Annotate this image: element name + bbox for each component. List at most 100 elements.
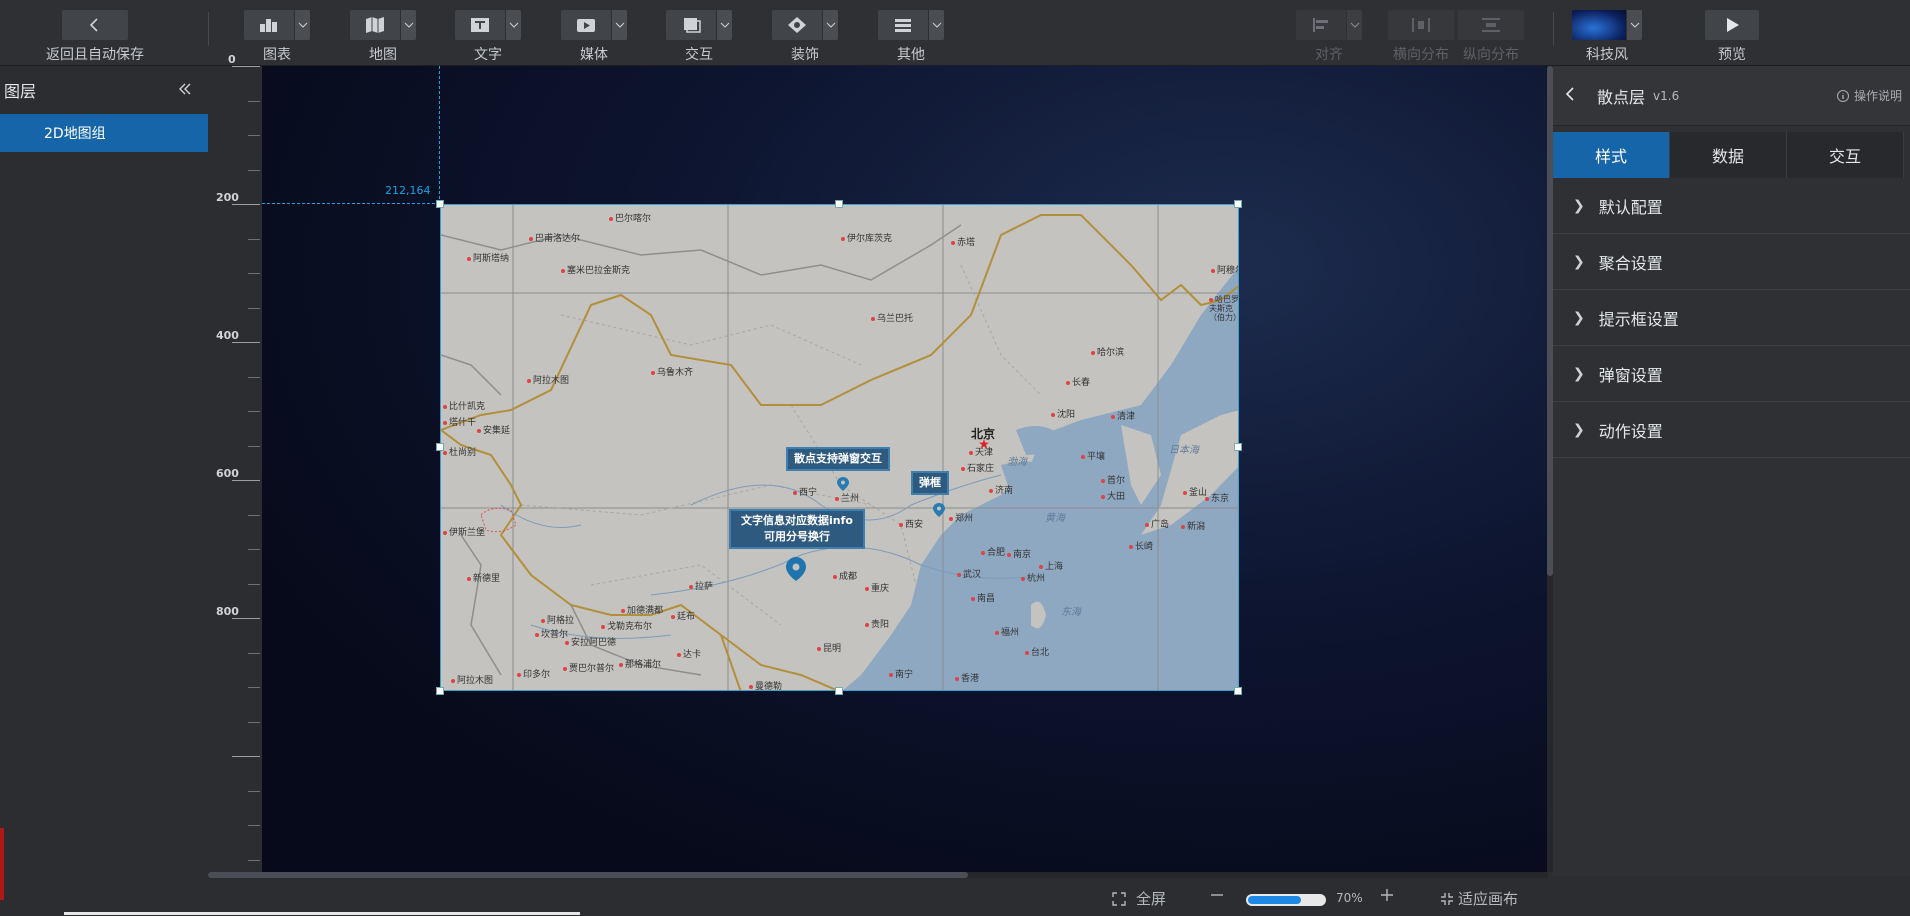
map-pin-icon[interactable] [837, 477, 849, 491]
map-city-label: 天津 [969, 445, 993, 458]
chevron-down-icon[interactable] [1626, 10, 1642, 40]
align-button[interactable]: 对齐 [1296, 10, 1362, 64]
chart-icon[interactable] [244, 10, 294, 40]
chevron-down-icon[interactable] [928, 10, 944, 40]
ruler-label: 400 [216, 329, 239, 342]
media-icon[interactable] [561, 10, 611, 40]
resize-handle[interactable] [436, 200, 444, 208]
ruler-tick [248, 169, 260, 171]
guide-line-vertical [439, 66, 440, 204]
scatter-popup[interactable]: 散点支持弹窗交互 [786, 447, 890, 471]
tab-interaction[interactable]: 交互 [1787, 132, 1904, 178]
zoom-out-button[interactable] [1210, 888, 1224, 902]
tab-style[interactable]: 样式 [1553, 132, 1670, 178]
map-city-label: 巴甫洛达尔 [529, 231, 580, 244]
text-menu-button[interactable]: 文字 [455, 10, 521, 64]
map-city-label: 乌鲁木齐 [651, 365, 693, 378]
map-city-label: 福州 [995, 625, 1019, 638]
chevron-down-icon[interactable] [505, 10, 521, 40]
decoration-icon[interactable] [772, 10, 822, 40]
map-label: 地图 [369, 47, 397, 63]
other-menu-button[interactable]: 其他 [878, 10, 944, 64]
ruler-tick [248, 100, 260, 102]
theme-button[interactable]: 科技风 [1572, 10, 1642, 64]
resize-handle[interactable] [835, 200, 843, 208]
ruler-tick [248, 687, 260, 688]
help-link[interactable]: 操作说明 [1836, 87, 1902, 104]
resize-handle[interactable] [835, 687, 843, 695]
decoration-menu-button[interactable]: 装饰 [772, 10, 838, 64]
section-tooltip-settings[interactable]: ❯ 提示框设置 [1553, 290, 1910, 346]
chevron-down-icon[interactable] [822, 10, 838, 40]
map-menu-button[interactable]: 地图 [350, 10, 416, 64]
interaction-menu-button[interactable]: 交互 [666, 10, 732, 64]
fit-icon [1441, 892, 1453, 905]
bottom-progress-line [64, 912, 580, 915]
map-city-label: 兰州 [835, 491, 859, 504]
horizontal-distribute-icon[interactable] [1388, 10, 1454, 40]
map-city-label: 釜山 [1183, 485, 1207, 498]
chevron-down-icon[interactable] [1346, 10, 1362, 40]
ruler-tick [232, 66, 260, 67]
ruler-label: 0 [228, 53, 236, 66]
zoom-level: 70% [1336, 891, 1363, 905]
fullscreen-button[interactable]: 全屏 [1112, 888, 1166, 909]
tab-data[interactable]: 数据 [1670, 132, 1787, 178]
section-default-config[interactable]: ❯ 默认配置 [1553, 178, 1910, 234]
ruler-tick [248, 514, 260, 516]
chevron-down-icon[interactable] [400, 10, 416, 40]
zoom-slider[interactable] [1246, 894, 1326, 906]
map-city-label: 乌兰巴托 [871, 311, 913, 324]
resize-handle[interactable] [1234, 200, 1242, 208]
layer-item-map-group[interactable]: 2D地图组 [0, 114, 208, 152]
chart-menu-button[interactable]: 图表 [244, 10, 310, 64]
media-menu-button[interactable]: 媒体 [561, 10, 627, 64]
resize-handle[interactable] [1234, 687, 1242, 695]
popup-info-line2: 可用分号换行 [764, 530, 830, 543]
vertical-distribute-button[interactable]: 纵向分布 [1458, 10, 1524, 64]
collapse-icon[interactable] [178, 81, 192, 100]
resize-handle[interactable] [436, 443, 444, 451]
interaction-icon[interactable] [666, 10, 716, 40]
map-city-label: 西安 [899, 517, 923, 530]
zoom-in-button[interactable] [1380, 888, 1394, 902]
map-city-label: 阿穆尔 [1211, 263, 1238, 276]
text-icon[interactable] [455, 10, 505, 40]
map-component[interactable]: 巴尔喀尔 巴甫洛达尔 伊尔库茨克 赤塔 阿斯塔纳 塞米巴拉金斯克 阿穆尔 哈巴罗… [440, 204, 1239, 691]
scatter-popup-info[interactable]: 文字信息对应数据info 可用分号换行 [729, 509, 865, 549]
back-save-button[interactable]: 返回且自动保存 [46, 10, 144, 64]
resize-handle[interactable] [1234, 443, 1242, 451]
map-pin-icon[interactable] [933, 503, 945, 517]
map-city-label: 阿格拉 [541, 613, 574, 626]
resize-handle[interactable] [436, 687, 444, 695]
map-city-label: 比什凯克 [443, 399, 485, 412]
chevron-down-icon[interactable] [611, 10, 627, 40]
back-chevron-icon[interactable] [1565, 86, 1575, 105]
map-icon[interactable] [350, 10, 400, 40]
other-icon[interactable] [878, 10, 928, 40]
preview-button[interactable]: 预览 [1705, 10, 1759, 64]
map-pin-icon[interactable] [786, 557, 806, 583]
map-city-label: 贾巴尔普尔 [563, 661, 614, 674]
chevron-down-icon[interactable] [294, 10, 310, 40]
map-city-label: 伊斯兰堡 [443, 525, 485, 538]
play-icon[interactable] [1705, 10, 1759, 40]
section-popup-settings[interactable]: ❯ 弹窗设置 [1553, 346, 1910, 402]
section-cluster-settings[interactable]: ❯ 聚合设置 [1553, 234, 1910, 290]
interaction-label: 交互 [685, 47, 713, 63]
map-city-label: 武汉 [957, 567, 981, 580]
chevron-right-icon: ❯ [1573, 253, 1585, 270]
theme-thumbnail[interactable] [1572, 10, 1626, 40]
scatter-popup[interactable]: 弹框 [911, 471, 949, 495]
horizontal-distribute-button[interactable]: 横向分布 [1388, 10, 1454, 64]
map-city-label: 新德里 [467, 571, 500, 584]
chevron-right-icon: ❯ [1573, 309, 1585, 326]
map-city-label: 赤塔 [951, 235, 975, 248]
map-city-label: 东京 [1205, 491, 1229, 504]
chevron-down-icon[interactable] [716, 10, 732, 40]
align-left-icon[interactable] [1296, 10, 1346, 40]
section-action-settings[interactable]: ❯ 动作设置 [1553, 402, 1910, 458]
fit-canvas-button[interactable]: 适应画布 [1440, 888, 1518, 909]
vertical-distribute-icon[interactable] [1458, 10, 1524, 40]
section-label: 动作设置 [1598, 421, 1663, 441]
